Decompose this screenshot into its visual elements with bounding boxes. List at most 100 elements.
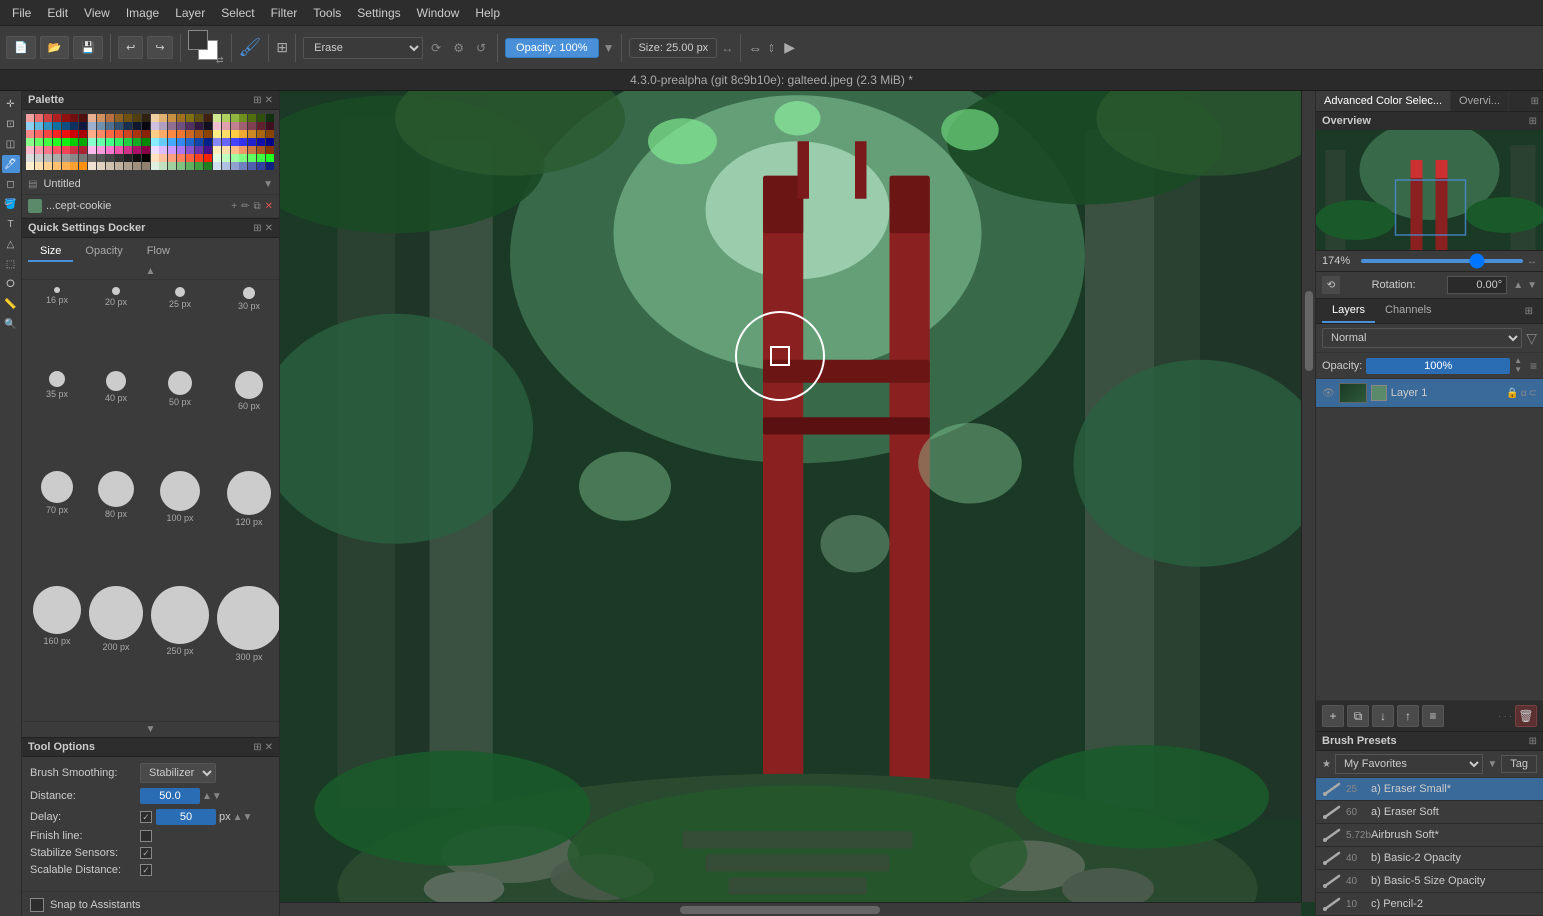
play-icon[interactable]: ▶ (784, 39, 795, 56)
select-tool[interactable]: ⬚ (2, 255, 20, 273)
palette-color-cell[interactable] (213, 162, 221, 170)
tool-options-expand-icon[interactable]: ⊞ (253, 742, 261, 753)
palette-color-cell[interactable] (142, 146, 150, 154)
brush-size-item[interactable]: 200 px (86, 583, 146, 717)
open-button[interactable]: 📂 (40, 36, 70, 59)
brush-preset-item[interactable]: 40 b) Basic-2 Opacity (1316, 847, 1543, 870)
horizontal-scroll-thumb[interactable] (680, 906, 880, 914)
palette-color-cell[interactable] (266, 154, 274, 162)
palette-color-cell[interactable] (239, 138, 247, 146)
palette-color-cell[interactable] (53, 162, 61, 170)
palette-color-cell[interactable] (151, 138, 159, 146)
layer-clipping-icon[interactable]: ⊂ (1529, 388, 1537, 399)
palette-color-cell[interactable] (257, 138, 265, 146)
palette-color-cell[interactable] (115, 114, 123, 122)
palette-color-cell[interactable] (115, 138, 123, 146)
palette-color-cell[interactable] (35, 130, 43, 138)
mirror-h-icon[interactable]: ⇔ (748, 40, 762, 56)
palette-color-cell[interactable] (124, 114, 132, 122)
brush-tag-select[interactable]: ▼ (1487, 759, 1497, 770)
palette-color-cell[interactable] (231, 162, 239, 170)
palette-color-cell[interactable] (257, 114, 265, 122)
palette-color-cell[interactable] (124, 154, 132, 162)
palette-color-cell[interactable] (195, 138, 203, 146)
scalable-distance-checkbox[interactable]: ✓ (140, 864, 152, 876)
palette-color-cell[interactable] (70, 122, 78, 130)
palette-color-cell[interactable] (266, 138, 274, 146)
palette-color-cell[interactable] (257, 162, 265, 170)
palette-color-cell[interactable] (62, 154, 70, 162)
distance-arrow-down[interactable]: ▼ (212, 791, 222, 802)
rotation-left-button[interactable]: ⟲ (1322, 276, 1340, 294)
scroll-down-btn[interactable]: ▼ (22, 721, 279, 737)
zoom-tool[interactable]: 🔍 (2, 315, 20, 333)
brush-refresh-icon[interactable]: ⟳ (431, 41, 441, 55)
delay-value[interactable]: 50 (156, 809, 216, 825)
palette-color-cell[interactable] (115, 154, 123, 162)
palette-color-cell[interactable] (204, 122, 212, 130)
palette-color-cell[interactable] (231, 154, 239, 162)
palette-color-cell[interactable] (97, 138, 105, 146)
palette-color-cell[interactable] (239, 122, 247, 130)
palette-color-cell[interactable] (35, 162, 43, 170)
menu-image[interactable]: Image (118, 3, 167, 23)
palette-color-cell[interactable] (159, 138, 167, 146)
quick-settings-close-icon[interactable]: ✕ (265, 223, 273, 234)
brushpresets-expand-icon[interactable]: ⊞ (1529, 736, 1537, 747)
palette-color-cell[interactable] (70, 146, 78, 154)
palette-color-cell[interactable] (213, 138, 221, 146)
palette-color-cell[interactable] (97, 154, 105, 162)
palette-color-cell[interactable] (79, 146, 87, 154)
brush-preset-item[interactable]: 60 a) Eraser Soft (1316, 801, 1543, 824)
palette-color-cell[interactable] (26, 162, 34, 170)
brush-color-swatch[interactable] (28, 199, 42, 213)
measure-tool[interactable]: 📏 (2, 295, 20, 313)
palette-color-cell[interactable] (97, 114, 105, 122)
palette-color-cell[interactable] (53, 122, 61, 130)
size-slider-icon[interactable]: ↔ (721, 41, 733, 55)
palette-color-cell[interactable] (79, 154, 87, 162)
undo-button[interactable]: ↩ (118, 36, 143, 59)
palette-color-cell[interactable] (186, 114, 194, 122)
palette-color-cell[interactable] (168, 122, 176, 130)
add-layer-button[interactable]: + (1322, 705, 1344, 727)
palette-color-cell[interactable] (97, 146, 105, 154)
palette-color-cell[interactable] (257, 130, 265, 138)
brush-preset-item[interactable]: 5.72b Airbrush Soft* (1316, 824, 1543, 847)
palette-color-cell[interactable] (142, 122, 150, 130)
palette-color-cell[interactable] (168, 138, 176, 146)
palette-expand-icon[interactable]: ⊞ (253, 95, 261, 106)
layer-options-button[interactable]: ≡ (1422, 705, 1444, 727)
palette-color-cell[interactable] (231, 146, 239, 154)
palette-color-cell[interactable] (26, 130, 34, 138)
palette-color-cell[interactable] (133, 122, 141, 130)
palette-color-cell[interactable] (177, 114, 185, 122)
zoom-slider[interactable] (1361, 259, 1523, 263)
palette-color-cell[interactable] (213, 122, 221, 130)
brush-preset-item[interactable]: 10 c) Pencil-2 (1316, 893, 1543, 916)
brush-size-item[interactable]: 160 px (30, 583, 84, 717)
brush-settings-icon[interactable]: ⚙ (453, 41, 464, 55)
palette-color-cell[interactable] (213, 146, 221, 154)
menu-edit[interactable]: Edit (39, 3, 76, 23)
crop-tool[interactable]: ⊡ (2, 115, 20, 133)
palette-color-cell[interactable] (204, 146, 212, 154)
palette-color-cell[interactable] (204, 162, 212, 170)
brush-preset-item[interactable]: 25 a) Eraser Small* (1316, 778, 1543, 801)
brush-size-item[interactable]: 30 px (214, 284, 279, 366)
palette-color-cell[interactable] (266, 122, 274, 130)
palette-color-cell[interactable] (222, 130, 230, 138)
zoom-expand-icon[interactable]: ↔ (1527, 256, 1537, 267)
palette-color-cell[interactable] (124, 122, 132, 130)
brush-size-item[interactable]: 70 px (30, 468, 84, 582)
tab-layers[interactable]: Layers (1322, 299, 1375, 323)
overview-canvas[interactable] (1316, 130, 1543, 250)
palette-color-cell[interactable] (195, 162, 203, 170)
palette-color-cell[interactable] (53, 130, 61, 138)
eraser-tool[interactable]: ◻ (2, 175, 20, 193)
opacity-dropdown-icon[interactable]: ▼ (603, 41, 615, 55)
palette-color-cell[interactable] (124, 146, 132, 154)
palette-color-cell[interactable] (88, 138, 96, 146)
palette-color-cell[interactable] (88, 162, 96, 170)
palette-color-cell[interactable] (26, 146, 34, 154)
